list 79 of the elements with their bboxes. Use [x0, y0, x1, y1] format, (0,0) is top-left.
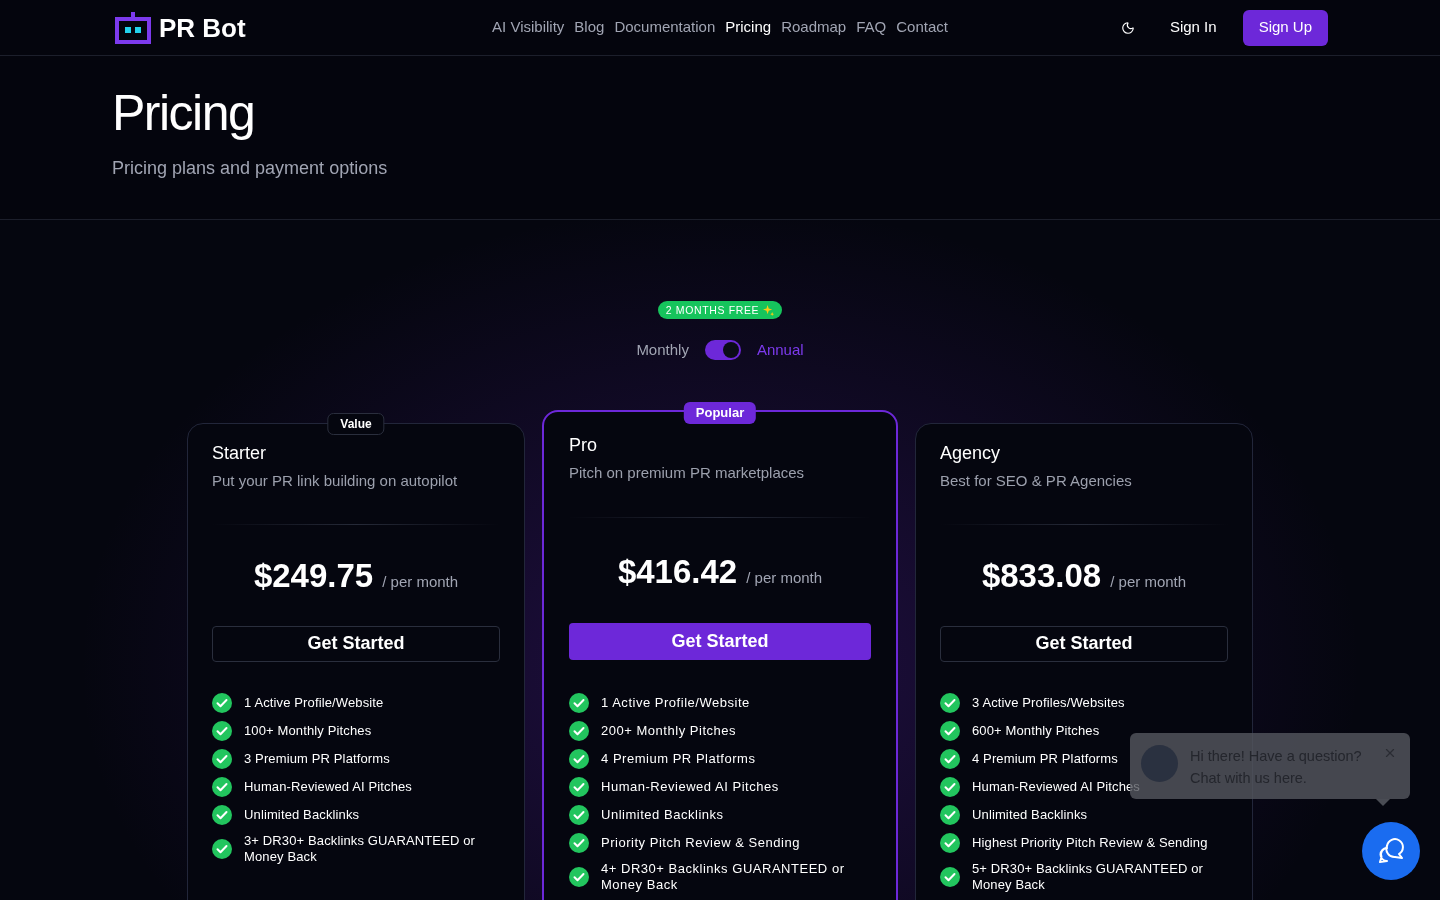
- feature-text: 1 Active Profile/Website: [601, 694, 750, 711]
- avatar-placeholder: [1141, 745, 1178, 782]
- brand-name[interactable]: PR Bot: [159, 11, 246, 44]
- feature-text: 1 Active Profile/Website: [244, 694, 384, 711]
- promo-text: 2 MONTHS FREE: [665, 304, 760, 316]
- plan-name: Pro: [569, 433, 598, 457]
- get-started-button[interactable]: Get Started: [940, 625, 1228, 662]
- feature-text: 3 Active Profiles/Websites: [972, 694, 1125, 711]
- chat-bubbles-icon: [1377, 838, 1405, 864]
- feature-text: Unlimited Backlinks: [601, 806, 724, 823]
- check-circle-icon: [569, 776, 589, 797]
- nav-link[interactable]: Blog: [574, 16, 605, 39]
- feature-text: Human-Reviewed AI Pitches: [972, 778, 1140, 795]
- sparkle-icon: [763, 304, 775, 316]
- check-circle-icon: [569, 692, 589, 713]
- nav-link[interactable]: Roadmap: [781, 16, 847, 39]
- feature-text: 5+ DR30+ Backlinks GUARANTEED or Money Back: [972, 860, 1204, 893]
- plan-price: $416.42: [617, 551, 738, 592]
- check-circle-icon: [212, 776, 232, 797]
- feature-text: 3 Premium PR Platforms: [244, 750, 390, 767]
- check-circle-icon: [940, 776, 960, 797]
- nav-link[interactable]: Contact: [896, 16, 948, 39]
- feature-text: 4 Premium PR Platforms: [601, 750, 756, 767]
- check-circle-icon: [569, 832, 589, 853]
- sign-in-button[interactable]: Sign In: [1161, 16, 1225, 39]
- feature-text: Priority Pitch Review & Sending: [601, 834, 800, 851]
- check-circle-icon: [940, 720, 960, 741]
- feature-text: Unlimited Backlinks: [244, 806, 360, 823]
- feature-text: 4 Premium PR Platforms: [972, 750, 1118, 767]
- plan-price: $249.75: [253, 555, 374, 596]
- check-circle-icon: [569, 804, 589, 825]
- moon-icon: [1120, 20, 1135, 35]
- check-circle-icon: [940, 692, 960, 713]
- check-circle-icon: [940, 748, 960, 769]
- check-circle-icon: [940, 804, 960, 825]
- price-period: / per month: [746, 567, 823, 588]
- billing-option-label: Annual: [756, 340, 804, 360]
- check-circle-icon: [940, 832, 960, 853]
- plan-price: $833.08: [981, 555, 1102, 596]
- billing-toggle[interactable]: [704, 340, 741, 361]
- nav-link[interactable]: FAQ: [856, 16, 887, 39]
- robot-logo-icon: [115, 11, 151, 44]
- price-period: / per month: [1110, 571, 1187, 592]
- plan-name: Starter: [212, 441, 268, 465]
- check-circle-icon: [212, 692, 232, 713]
- feature-text: 3+ DR30+ Backlinks GUARANTEED or Money Back: [244, 832, 476, 865]
- page-title: Pricing: [112, 84, 256, 143]
- check-circle-icon: [569, 748, 589, 769]
- check-circle-icon: [212, 804, 232, 825]
- get-started-button[interactable]: Get Started: [569, 622, 871, 660]
- chat-launcher-button[interactable]: [1362, 822, 1420, 880]
- check-circle-icon: [940, 866, 960, 887]
- plan-badge: Popular: [683, 401, 757, 424]
- check-circle-icon: [569, 866, 589, 887]
- feature-text: 200+ Monthly Pitches: [601, 722, 737, 739]
- check-circle-icon: [212, 748, 232, 769]
- price-period: / per month: [382, 571, 459, 592]
- sign-up-button[interactable]: Sign Up: [1242, 9, 1328, 46]
- nav-link[interactable]: Pricing: [725, 16, 772, 39]
- billing-option-label: Monthly: [636, 340, 689, 360]
- plan-badge: Value: [327, 412, 385, 435]
- plan-description: Best for SEO & PR Agencies: [940, 470, 1133, 491]
- plan-name: Agency: [940, 441, 1002, 465]
- feature-text: Human-Reviewed AI Pitches: [244, 778, 412, 795]
- plan-description: Put your PR link building on autopilot: [212, 470, 459, 491]
- feature-text: Highest Priority Pitch Review & Sending: [972, 834, 1208, 851]
- feature-text: 100+ Monthly Pitches: [244, 722, 372, 739]
- feature-text: Human-Reviewed AI Pitches: [601, 778, 779, 795]
- nav-link[interactable]: AI Visibility: [492, 16, 565, 39]
- check-circle-icon: [569, 720, 589, 741]
- feature-text: 4+ DR30+ Backlinks GUARANTEED or Money Back: [601, 860, 846, 893]
- nav-link[interactable]: Documentation: [614, 16, 716, 39]
- page-subtitle: Pricing plans and payment options: [112, 157, 389, 180]
- plan-description: Pitch on premium PR marketplaces: [569, 462, 806, 483]
- check-circle-icon: [212, 838, 232, 859]
- check-circle-icon: [212, 720, 232, 741]
- get-started-button[interactable]: Get Started: [212, 625, 500, 662]
- feature-text: 600+ Monthly Pitches: [972, 722, 1100, 739]
- feature-text: Unlimited Backlinks: [972, 806, 1088, 823]
